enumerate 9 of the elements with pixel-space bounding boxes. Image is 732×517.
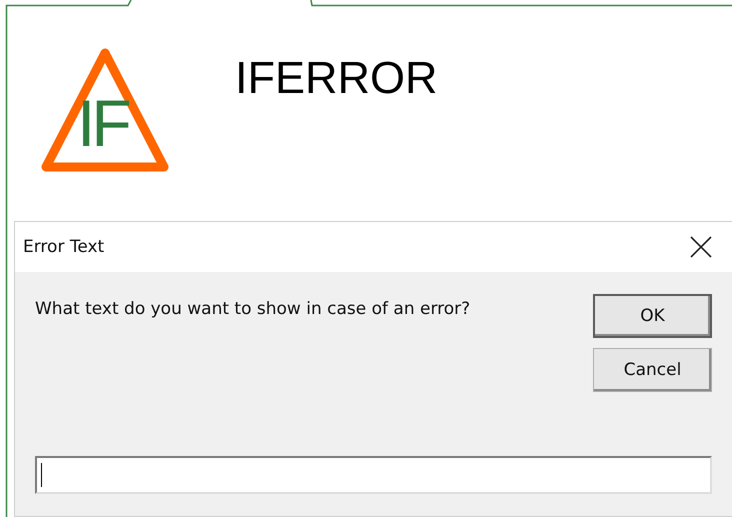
prompt-text: What text do you want to show in case of an error? [35, 299, 470, 321]
warning-triangle-icon [41, 48, 169, 172]
page-title: IFERROR [235, 52, 438, 104]
cancel-button[interactable]: Cancel [593, 348, 712, 392]
close-icon[interactable] [690, 236, 712, 258]
logo-text: IF [77, 90, 128, 156]
input-field[interactable] [35, 456, 712, 494]
dialog-title: Error Text [23, 237, 104, 257]
ok-button[interactable]: OK [593, 294, 712, 338]
